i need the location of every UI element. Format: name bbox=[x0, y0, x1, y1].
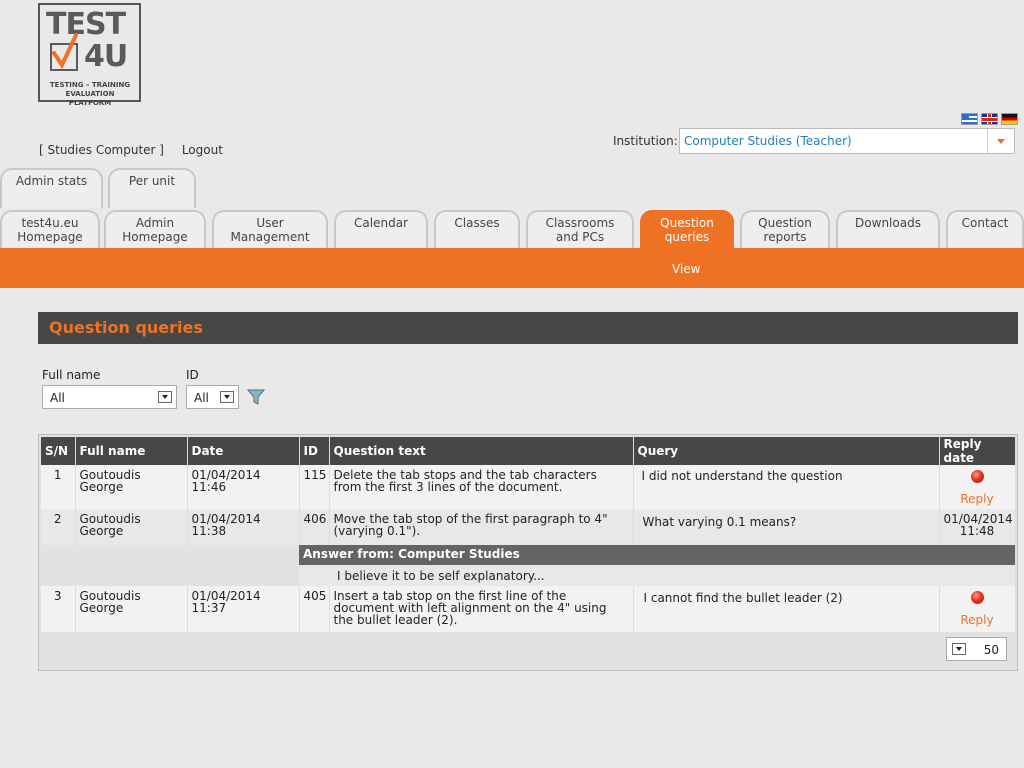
answer-header-row: Answer from: Computer Studies bbox=[41, 545, 1016, 565]
cell-id: 405 bbox=[299, 586, 330, 632]
tab-label: Admin stats bbox=[15, 174, 88, 188]
tab-label: Question queries bbox=[660, 216, 714, 244]
tab-label: Contact bbox=[961, 216, 1009, 230]
page-title: Question queries bbox=[38, 312, 1018, 344]
logout-link[interactable]: Logout bbox=[182, 143, 223, 157]
cell-fullname: Goutoudis George bbox=[75, 509, 188, 545]
fullname-filter-label: Full name bbox=[42, 368, 101, 382]
tab-calendar[interactable]: Calendar bbox=[334, 210, 428, 248]
cell-reply: Reply bbox=[939, 465, 1016, 509]
tab-admin-homepage[interactable]: Admin Homepage bbox=[104, 210, 206, 248]
cell-fullname: Goutoudis George bbox=[75, 465, 188, 509]
cell-reply-date: 01/04/2014 11:48 bbox=[939, 509, 1016, 545]
table-row: 1 Goutoudis George 01/04/2014 11:46 115 … bbox=[41, 465, 1016, 509]
answer-header: Answer from: Computer Studies bbox=[299, 545, 1016, 565]
tab-question-reports[interactable]: Question reports bbox=[740, 210, 830, 248]
unanswered-status-icon bbox=[970, 591, 984, 604]
cell-question-text: Insert a tab stop on the first line of t… bbox=[329, 586, 634, 632]
username: [ Studies Computer ] bbox=[39, 143, 164, 157]
page-size-value: 50 bbox=[983, 643, 999, 657]
subnav-bar: View bbox=[0, 248, 1024, 288]
column-header-sn[interactable]: S/N bbox=[41, 437, 76, 465]
column-header-reply-date[interactable]: Reply date bbox=[939, 437, 1016, 465]
fullname-filter-value: All bbox=[50, 391, 65, 405]
institution-select[interactable]: Computer Studies (Teacher) bbox=[679, 128, 1015, 154]
tab-label: User Management bbox=[230, 216, 310, 244]
column-header-date[interactable]: Date bbox=[187, 437, 300, 465]
cell-fullname: Goutoudis George bbox=[75, 586, 188, 632]
cell-query: I cannot find the bullet leader (2) bbox=[633, 586, 940, 632]
answer-text: I believe it to be self explanatory... bbox=[299, 565, 1016, 586]
chevron-down-icon[interactable] bbox=[158, 391, 172, 403]
german-flag-icon[interactable] bbox=[1001, 113, 1018, 125]
cell-date: 01/04/2014 11:46 bbox=[187, 465, 300, 509]
cell-date: 01/04/2014 11:38 bbox=[187, 509, 300, 545]
chevron-down-icon[interactable] bbox=[952, 643, 966, 655]
checkmark-icon bbox=[52, 33, 78, 70]
cell-query: What varying 0.1 means? bbox=[633, 509, 940, 545]
tab-label: Classrooms and PCs bbox=[545, 216, 615, 244]
page-size-select[interactable]: 50 bbox=[946, 637, 1007, 661]
test4u-logo: TEST 4U TESTING – TRAINING EVALUATION PL… bbox=[38, 3, 141, 107]
logo-text-4u: 4U bbox=[84, 39, 128, 74]
chevron-down-icon[interactable] bbox=[220, 391, 234, 403]
table-row: 3 Goutoudis George 01/04/2014 11:37 405 … bbox=[41, 586, 1016, 632]
tab-label: Per unit bbox=[128, 174, 176, 188]
cell-date: 01/04/2014 11:37 bbox=[187, 586, 300, 632]
tab-downloads[interactable]: Downloads bbox=[836, 210, 940, 248]
user-bar: [ Studies Computer ] Logout bbox=[39, 143, 237, 157]
tab-classes[interactable]: Classes bbox=[434, 210, 520, 248]
tab-label: Admin Homepage bbox=[122, 216, 188, 244]
tab-label: Classes bbox=[454, 216, 500, 230]
tab-admin-stats[interactable]: Admin stats bbox=[0, 168, 103, 208]
queries-table: S/N Full name Date ID Question text Quer… bbox=[41, 437, 1016, 632]
logo-subtitle: TESTING – TRAINING EVALUATION PLATFORM bbox=[49, 81, 131, 107]
answer-body-row: I believe it to be self explanatory... bbox=[41, 565, 1016, 586]
tab-question-queries[interactable]: Question queries bbox=[640, 210, 734, 248]
id-filter-value: All bbox=[194, 391, 209, 405]
unanswered-status-icon bbox=[970, 470, 984, 483]
fullname-filter-select[interactable]: All bbox=[42, 385, 177, 409]
tab-label: Downloads bbox=[855, 216, 921, 230]
greek-flag-icon[interactable] bbox=[961, 113, 978, 125]
tab-contact[interactable]: Contact bbox=[946, 210, 1024, 248]
cell-query: I did not understand the question bbox=[633, 465, 940, 509]
queries-table-container: S/N Full name Date ID Question text Quer… bbox=[38, 434, 1018, 671]
tab-label: test4u.eu Homepage bbox=[17, 216, 83, 244]
subnav-view-link[interactable]: View bbox=[672, 262, 700, 276]
reply-link[interactable]: Reply bbox=[944, 493, 1011, 505]
cell-sn: 2 bbox=[41, 509, 76, 545]
cell-sn: 1 bbox=[41, 465, 76, 509]
institution-label: Institution: bbox=[613, 134, 678, 148]
table-header-row: S/N Full name Date ID Question text Quer… bbox=[41, 437, 1016, 465]
uk-flag-icon[interactable] bbox=[981, 113, 998, 125]
tab-classrooms-and-pcs[interactable]: Classrooms and PCs bbox=[526, 210, 634, 248]
cell-reply: Reply bbox=[939, 586, 1016, 632]
tab-per-unit[interactable]: Per unit bbox=[108, 168, 196, 208]
institution-value: Computer Studies (Teacher) bbox=[684, 134, 852, 148]
reply-link[interactable]: Reply bbox=[944, 614, 1011, 626]
cell-question-text: Move the tab stop of the first paragraph… bbox=[329, 509, 634, 545]
table-row: 2 Goutoudis George 01/04/2014 11:38 406 … bbox=[41, 509, 1016, 545]
language-selector bbox=[961, 113, 1018, 125]
chevron-down-icon[interactable] bbox=[987, 129, 1014, 153]
column-header-id[interactable]: ID bbox=[299, 437, 330, 465]
cell-question-text: Delete the tab stops and the tab charact… bbox=[329, 465, 634, 509]
cell-id: 406 bbox=[299, 509, 330, 545]
tab-label: Calendar bbox=[354, 216, 408, 230]
tab-label: Question reports bbox=[758, 216, 812, 244]
column-header-query[interactable]: Query bbox=[633, 437, 940, 465]
column-header-question-text[interactable]: Question text bbox=[329, 437, 634, 465]
tab-test4u-homepage[interactable]: test4u.eu Homepage bbox=[0, 210, 100, 248]
cell-sn: 3 bbox=[41, 586, 76, 632]
column-header-fullname[interactable]: Full name bbox=[75, 437, 188, 465]
tab-user-management[interactable]: User Management bbox=[212, 210, 328, 248]
filter-icon[interactable] bbox=[247, 388, 265, 406]
id-filter-label: ID bbox=[186, 368, 199, 382]
cell-id: 115 bbox=[299, 465, 330, 509]
id-filter-select[interactable]: All bbox=[186, 385, 239, 409]
